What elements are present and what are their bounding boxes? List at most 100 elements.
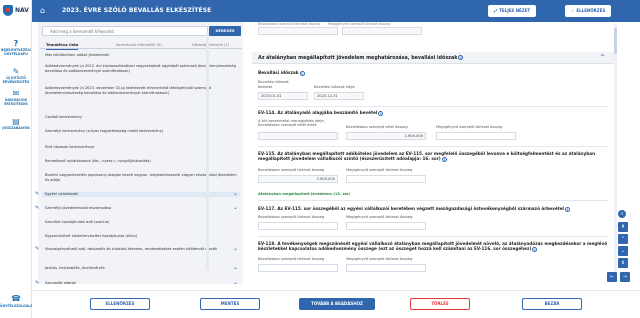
divider xyxy=(258,146,608,147)
info-icon[interactable]: i xyxy=(564,206,570,212)
list-item-label: Azonosító adatok xyxy=(45,281,77,285)
info-icon[interactable]: i xyxy=(532,246,538,252)
tab-thematic[interactable]: Tematikus lista xyxy=(46,40,79,50)
list-item-label: Családi kedvezmény xyxy=(45,115,82,119)
list-item-active[interactable]: ✎ Egyéni vállalkozók ⌄ xyxy=(35,191,240,197)
zoom-icon[interactable]: ⌕ xyxy=(618,210,626,218)
ev114-title: EV-114. Az átalányadó alapjába beszámító… xyxy=(258,110,384,116)
chevron-down-icon: ⌄ xyxy=(232,245,238,252)
ev118-title: EV-118. A tevékenységek megszűnését egyé… xyxy=(258,241,608,252)
list-item[interactable]: Bizalmi vagyonkezelési jogviszony alapjá… xyxy=(42,173,240,182)
rail-item-label: BEJELENTKEZÉSI ÜGYFÉLKAPU xyxy=(1,48,31,56)
panel-tabs: Tematikus lista Kereséssel elérhetők (0)… xyxy=(40,40,242,50)
panel-scrollbar[interactable] xyxy=(206,32,209,270)
rail-item-label: ÚJ KITÖLTŐ ÉRVÉNYESÍTÉS xyxy=(2,76,30,84)
nav-logo-text: NAV xyxy=(15,7,29,14)
info-icon[interactable]: i xyxy=(378,110,384,116)
ev115-col-a: Bevallásban szereplő törleszt összeg xyxy=(258,168,325,172)
info-icon[interactable]: i xyxy=(441,156,447,162)
frag-label: Bevallásban szereplő törleszt összeg xyxy=(258,22,321,26)
ev118-col-b: Megigényelt szereplő törleszt összeg xyxy=(346,257,413,261)
scroll-top-icon[interactable]: ⇞ xyxy=(618,222,628,232)
tab-search-results[interactable]: Kereséssel elérhetők (0) xyxy=(116,40,162,49)
rail-item-label: JOGSZABÁLYOK xyxy=(2,126,30,130)
top-bar: ⌂ 2023. ÉVRE SZÓLÓ BEVALLÁS ELKÉSZÍTÉSE … xyxy=(32,0,640,22)
chevron-up-icon[interactable]: ⌃ xyxy=(599,53,606,62)
list-item[interactable]: Javítás, helyesbítés, önellenőrzés ⌄ xyxy=(42,265,240,271)
ev117-field-1[interactable] xyxy=(258,222,338,230)
rail-item-login[interactable]: ? BEJELENTKEZÉSI ÜGYFÉLKAPU xyxy=(0,40,32,57)
frag-field[interactable] xyxy=(342,27,422,35)
rail-item-laws[interactable]: ▤ JOGSZABÁLYOK xyxy=(0,118,32,131)
edit-icon: ✎ xyxy=(35,280,40,286)
full-view-button[interactable]: ⤢ TELJES NÉZET xyxy=(488,5,537,17)
list-item[interactable]: Adókedvezmények (a 2023. december 31-ig … xyxy=(42,86,240,95)
ev114-field-3[interactable] xyxy=(436,132,516,140)
period-to-field[interactable]: 2023.12.31 xyxy=(314,92,364,100)
section-title: Az átalányban megállapított jövedelem me… xyxy=(258,56,458,61)
chevron-down-icon: ⌄ xyxy=(232,279,238,286)
help-icon: ☎ xyxy=(11,294,21,303)
frag-label: Megigényelt szereplő törleszt összeg xyxy=(327,22,391,26)
ev117-field-2[interactable] xyxy=(346,222,426,230)
rail-item-notifications[interactable]: ✉ NAVIGÁCIÓS ÉRTESÍTÉSEK xyxy=(0,90,32,107)
submit-button[interactable]: TOVÁBB A BEADÁSHOZ xyxy=(299,298,375,310)
scroll-down-icon[interactable]: ⌄ xyxy=(618,246,628,256)
list-item-label: Egyéni vállalkozók xyxy=(45,192,79,196)
list-item[interactable]: Első házasok kedvezménye xyxy=(42,145,240,150)
close-button[interactable]: BEZÁR xyxy=(522,298,582,310)
form-scrollbar[interactable] xyxy=(614,24,617,282)
delete-button[interactable]: TÖRLÉS xyxy=(410,298,470,310)
prev-arrow-icon[interactable]: ← xyxy=(607,272,617,282)
search-input[interactable] xyxy=(42,26,208,36)
check-button[interactable]: ELLENŐRZÉS xyxy=(90,298,150,310)
ev115-value-field[interactable]: 1.600.000 xyxy=(258,175,338,183)
list-item[interactable]: Szociális hozzájárulási adó (szocho) xyxy=(42,220,240,225)
ev114-field-1[interactable] xyxy=(258,132,338,140)
tab-errors[interactable]: Hibásíteméenek (1) xyxy=(192,40,229,49)
green-subheading: Átalányban megállapított jövedelem (15. … xyxy=(258,192,351,196)
help-button[interactable]: ☎ ÜGYFÉLSZOLGÁLAT xyxy=(0,294,35,308)
list-item[interactable]: ✎ Visszaigényelhető adó, devizaális és ki… xyxy=(35,245,240,252)
section-header[interactable]: Az átalányban megállapított jövedelem me… xyxy=(252,52,614,64)
ev118-field-2[interactable] xyxy=(346,264,426,272)
list-item-label: Szociális hozzájárulási adó (szocho) xyxy=(45,220,110,224)
list-item[interactable]: Családi kedvezmény xyxy=(42,115,240,120)
full-view-label: TELJES NÉZET xyxy=(499,8,531,13)
bottom-bar: ELLENŐRZÉS MENTÉS TOVÁBB A BEADÁSHOZ TÖR… xyxy=(32,290,640,318)
info-icon[interactable]: i xyxy=(299,70,305,76)
period-from-field[interactable]: 2023.01.01 xyxy=(258,92,308,100)
list-item-label: Személyi kedvezmény (súlyos fogyatékossá… xyxy=(45,129,164,133)
ev115-field-2[interactable] xyxy=(346,175,426,183)
scroll-up-icon[interactable]: ⌃ xyxy=(618,234,628,244)
ev118-field-1[interactable] xyxy=(258,264,338,272)
nav-logo-icon xyxy=(3,5,13,16)
list-item-label: Más elkülönülten adózó jövedelmek xyxy=(45,53,110,57)
scroll-thumb[interactable] xyxy=(614,28,617,54)
frag-field[interactable] xyxy=(258,27,338,35)
list-item[interactable]: ✎ Azonosító adatok ⌄ xyxy=(35,279,240,286)
help-label: ÜGYFÉLSZOLGÁLAT xyxy=(0,304,35,308)
header-check-button[interactable]: ✓ ELLENŐRZÉS xyxy=(565,5,612,17)
home-icon[interactable]: ⌂ xyxy=(40,6,45,15)
divider xyxy=(258,200,608,201)
list-item-label: Személyi jövedelemadó elszámolása xyxy=(45,206,112,210)
list-item[interactable]: ✎ Személyi jövedelemadó elszámolása ⌄ xyxy=(35,205,240,211)
rail-item-new[interactable]: ✎ ÚJ KITÖLTŐ ÉRVÉNYESÍTÉS xyxy=(0,68,32,85)
ev114-value-field[interactable]: 1.600.000 xyxy=(346,132,426,140)
nav-logo[interactable]: NAV xyxy=(3,5,29,16)
list-item[interactable]: Egyszerűsített közteherviselési hozzájár… xyxy=(42,234,240,239)
info-icon[interactable]: i xyxy=(458,55,464,60)
save-button[interactable]: MENTÉS xyxy=(200,298,260,310)
list-item[interactable]: Rendelkező nyilatkozatok (őst., nyesz-r,… xyxy=(42,159,240,164)
list-item[interactable]: Más elkülönülten adózó jövedelmek xyxy=(42,53,240,58)
edit-icon: ✎ xyxy=(12,67,20,76)
ev114-col-b: Megigényelt szereplő törleszt összeg xyxy=(436,125,503,129)
next-arrow-icon[interactable]: → xyxy=(620,272,630,282)
list-item[interactable]: Személyi kedvezmény (súlyos fogyatékossá… xyxy=(42,129,240,134)
search-button[interactable]: KERESÉS xyxy=(209,26,241,36)
previous-section-fragment: Bevallásban szereplő törleszt összeg Meg… xyxy=(258,22,426,36)
bell-icon: ✉ xyxy=(12,89,20,98)
list-item[interactable]: Adókedvezmények (a 2022. évi kriptoeszkö… xyxy=(42,64,240,73)
scroll-bottom-icon[interactable]: ⇟ xyxy=(618,258,628,268)
